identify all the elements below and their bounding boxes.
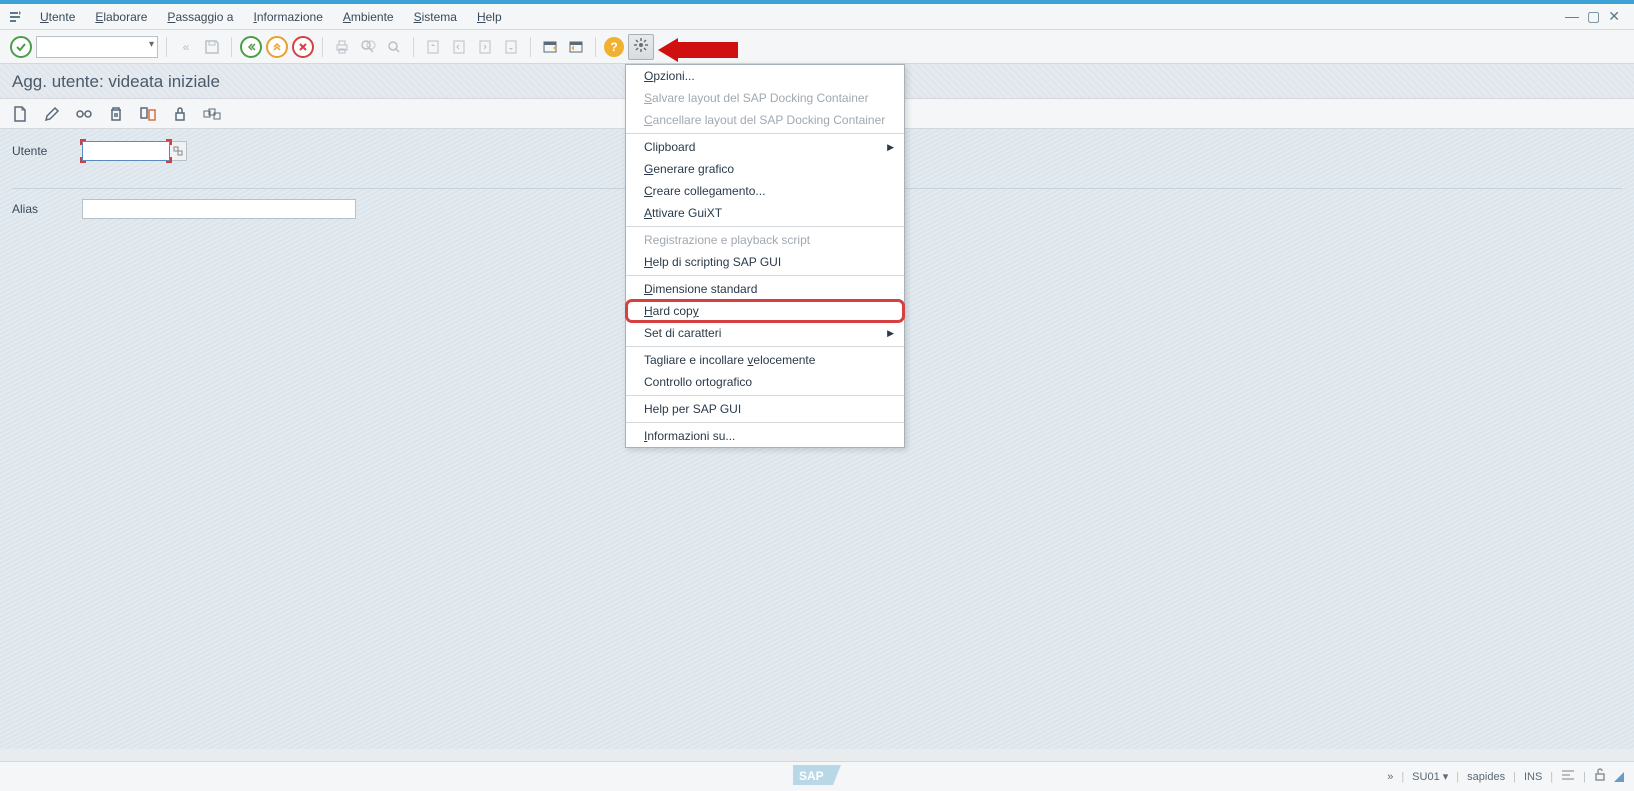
window-controls: — ▢ ✕ [1565, 8, 1626, 25]
enter-button[interactable] [10, 36, 32, 58]
close-icon[interactable]: ✕ [1608, 8, 1620, 25]
save-icon [201, 36, 223, 58]
status-lock-icon[interactable] [1594, 768, 1606, 785]
separator: | [1513, 771, 1516, 783]
separator [413, 37, 414, 57]
back-button[interactable] [240, 36, 262, 58]
menu-passaggio[interactable]: Passaggio a [157, 6, 243, 28]
separator [231, 37, 232, 57]
menu-utente[interactable]: Utente [30, 6, 85, 28]
menu-sistema[interactable]: Sistema [404, 6, 467, 28]
print-icon [331, 36, 353, 58]
edit-icon[interactable] [42, 104, 62, 124]
menu-help-sap-gui[interactable]: Help per SAP GUI [626, 398, 904, 420]
svg-text:SAP: SAP [799, 769, 824, 783]
menu-registrazione: Registrazione e playback script [626, 229, 904, 251]
separator [530, 37, 531, 57]
find-next-icon [383, 36, 405, 58]
separator: | [1456, 771, 1459, 783]
status-chevron[interactable]: » [1387, 771, 1393, 783]
lock-icon[interactable] [170, 104, 190, 124]
menu-generare-grafico[interactable]: Generare grafico [626, 158, 904, 180]
find-icon [357, 36, 379, 58]
menu-separator [626, 422, 904, 423]
app-icon [8, 10, 22, 24]
local-layout-menu: Opzioni... Salvare layout del SAP Dockin… [625, 64, 905, 448]
separator: | [1550, 771, 1553, 783]
menu-set-caratteri[interactable]: Set di caratteri [626, 322, 904, 344]
separator [166, 37, 167, 57]
menu-informazioni-su[interactable]: Informazioni su... [626, 425, 904, 447]
sap-logo: SAP [793, 763, 841, 790]
status-system: sapides [1467, 771, 1505, 783]
menu-salvare-layout: Salvare layout del SAP Docking Container [626, 87, 904, 109]
menu-opzioni[interactable]: Opzioni... [626, 65, 904, 87]
first-page-icon [422, 36, 444, 58]
last-page-icon [500, 36, 522, 58]
local-layout-button[interactable] [628, 34, 654, 60]
display-icon[interactable] [74, 104, 94, 124]
menu-controllo-ortografico[interactable]: Controllo ortografico [626, 371, 904, 393]
utente-input-wrap [82, 141, 170, 161]
next-page-icon [474, 36, 496, 58]
status-tcode[interactable]: SU01 ▾ [1412, 770, 1448, 783]
menu-dimensione-standard[interactable]: Dimensione standard [626, 278, 904, 300]
password-icon[interactable] [202, 104, 222, 124]
menu-separator [626, 226, 904, 227]
main-toolbar: « ? [0, 30, 1634, 64]
delete-icon[interactable] [106, 104, 126, 124]
resize-handle[interactable] [1614, 772, 1624, 782]
menu-elaborare[interactable]: Elaborare [85, 6, 157, 28]
menu-ambiente[interactable]: Ambiente [333, 6, 404, 28]
utente-label: Utente [12, 144, 82, 158]
separator: | [1583, 771, 1586, 783]
menubar: Utente Elaborare Passaggio a Informazion… [0, 4, 1634, 30]
back-double-icon[interactable]: « [175, 36, 197, 58]
status-mode: INS [1524, 771, 1542, 783]
alias-label: Alias [12, 202, 82, 216]
shortcut-icon[interactable] [565, 36, 587, 58]
menu-informazione[interactable]: Informazione [243, 6, 332, 28]
cancel-button[interactable] [292, 36, 314, 58]
exit-button[interactable] [266, 36, 288, 58]
menu-tagliare[interactable]: Tagliare e incollare velocemente [626, 349, 904, 371]
menu-hard-copy[interactable]: Hard copy [626, 300, 904, 322]
new-session-icon[interactable] [539, 36, 561, 58]
utente-input[interactable] [82, 141, 170, 161]
command-field[interactable] [36, 36, 158, 58]
status-right: » | SU01 ▾ | sapides | INS | | [1387, 768, 1624, 785]
gear-icon [633, 37, 649, 56]
menu-clipboard[interactable]: Clipboard [626, 136, 904, 158]
status-align-icon[interactable] [1561, 769, 1575, 784]
annotation-arrow [658, 38, 738, 62]
separator [595, 37, 596, 57]
menu-help[interactable]: Help [467, 6, 512, 28]
copy-icon[interactable] [138, 104, 158, 124]
separator [322, 37, 323, 57]
minimize-icon[interactable]: — [1565, 8, 1579, 25]
prev-page-icon [448, 36, 470, 58]
menu-creare-collegamento[interactable]: Creare collegamento... [626, 180, 904, 202]
maximize-icon[interactable]: ▢ [1587, 8, 1600, 25]
menu-separator [626, 395, 904, 396]
separator: | [1401, 771, 1404, 783]
menu-attivare-guixt[interactable]: Attivare GuiXT [626, 202, 904, 224]
menu-separator [626, 133, 904, 134]
statusbar: SAP » | SU01 ▾ | sapides | INS | | [0, 761, 1634, 791]
menu-help-scripting[interactable]: Help di scripting SAP GUI [626, 251, 904, 273]
menu-cancellare-layout: Cancellare layout del SAP Docking Contai… [626, 109, 904, 131]
menu-separator [626, 346, 904, 347]
command-field-wrap [36, 36, 158, 58]
alias-input[interactable] [82, 199, 356, 219]
create-icon[interactable] [10, 104, 30, 124]
menu-separator [626, 275, 904, 276]
help-icon[interactable]: ? [604, 37, 624, 57]
